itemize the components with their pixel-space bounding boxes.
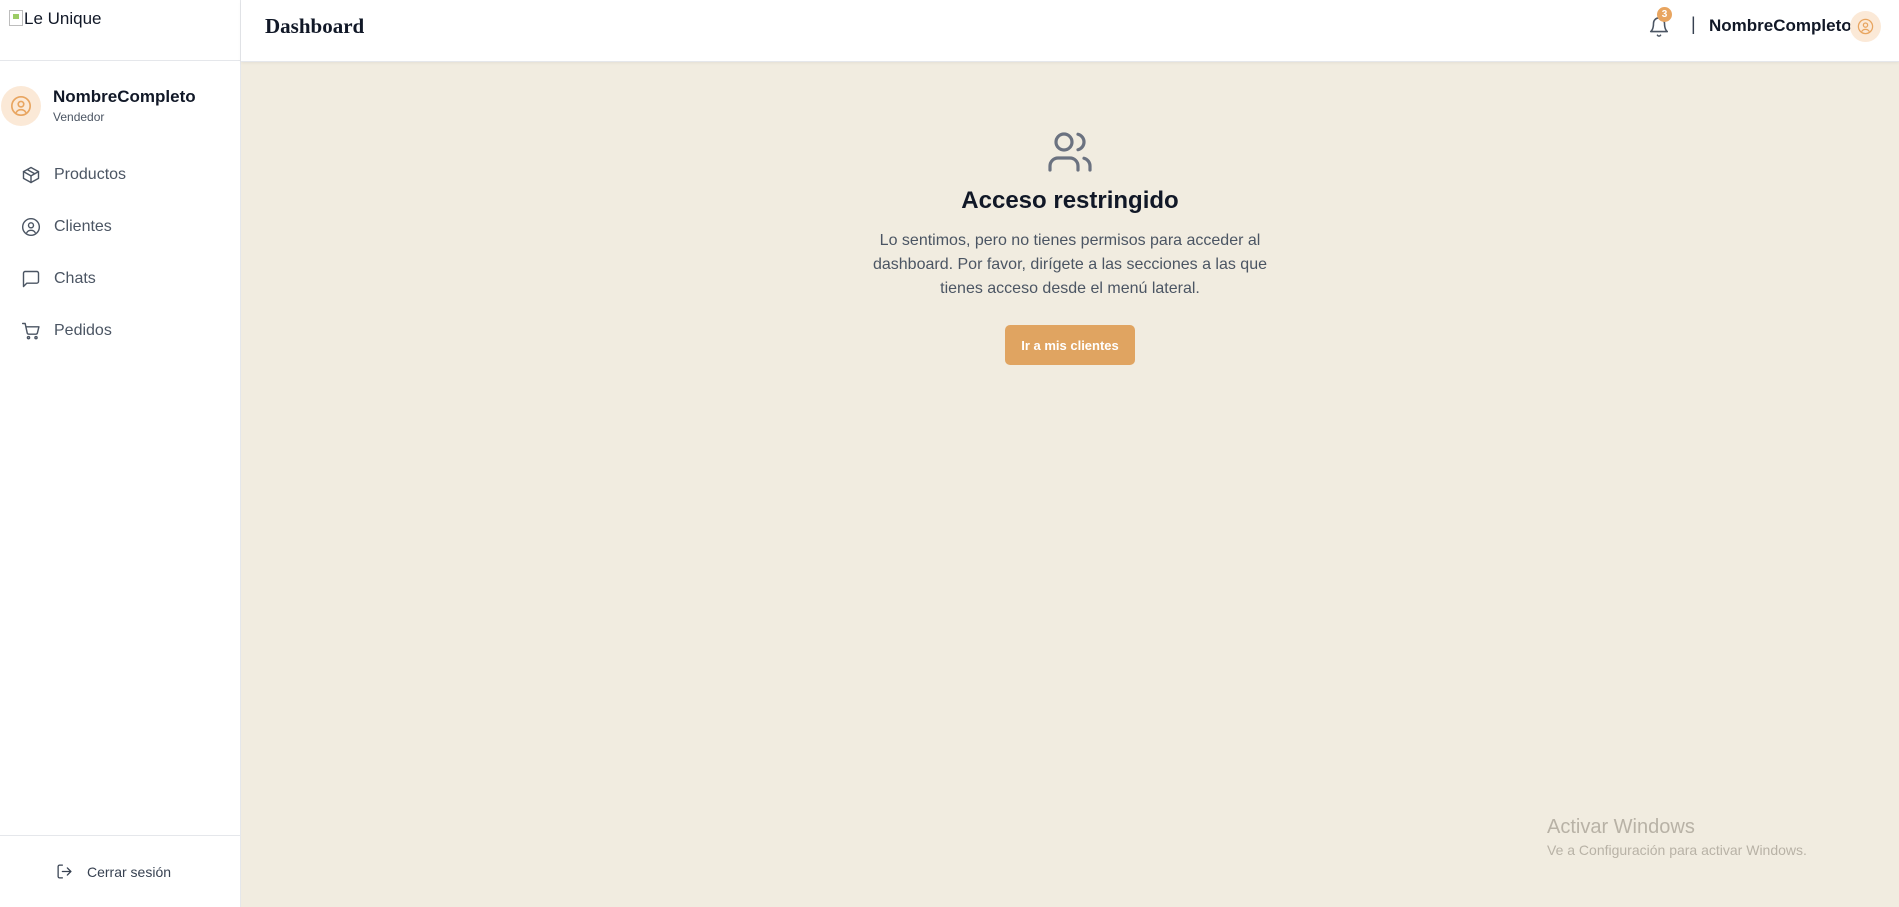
logo[interactable]: Le Unique <box>0 0 240 61</box>
restricted-message: Lo sentimos, pero no tienes permisos par… <box>872 232 1267 297</box>
sidebar-item-productos[interactable]: Productos <box>0 149 241 201</box>
sidebar-user: NombreCompleto Vendedor <box>0 86 196 126</box>
sidebar: Le Unique NombreCompleto Vendedor Produc… <box>0 0 241 907</box>
page-title: Dashboard <box>265 14 365 38</box>
watermark-title: Activar Windows <box>1547 816 1695 838</box>
user-circle-icon <box>1857 18 1874 35</box>
sidebar-user-role: Vendedor <box>53 110 105 124</box>
sidebar-nav: Productos Clientes Chats Pedidos <box>0 149 241 357</box>
sidebar-item-label: Chats <box>54 270 96 287</box>
logout-label: Cerrar sesión <box>87 863 172 880</box>
chat-icon <box>22 270 40 288</box>
sidebar-item-chats[interactable]: Chats <box>0 253 241 305</box>
sidebar-user-name: NombreCompleto <box>53 87 196 106</box>
sidebar-item-label: Pedidos <box>54 322 112 339</box>
header-user-name[interactable]: NombreCompleto <box>1709 16 1852 36</box>
cart-icon <box>21 322 40 340</box>
restricted-title: Acceso restringido <box>961 187 1179 214</box>
logout-button[interactable]: Cerrar sesión <box>0 835 241 907</box>
header-divider: | <box>1691 14 1696 34</box>
logo-alt-text: Le Unique <box>24 9 102 28</box>
watermark-subtitle: Ve a Configuración para activar Windows. <box>1547 842 1807 858</box>
top-header: Dashboard 3 | NombreCompleto <box>241 0 1899 62</box>
logout-icon <box>57 864 72 879</box>
sidebar-item-label: Productos <box>54 166 127 183</box>
users-icon <box>1048 132 1092 172</box>
notification-badge: 3 <box>1657 7 1672 22</box>
header-avatar[interactable] <box>1850 11 1881 42</box>
sidebar-item-clientes[interactable]: Clientes <box>0 201 241 253</box>
go-to-clients-button[interactable]: Ir a mis clientes <box>1005 325 1135 365</box>
broken-image-icon <box>9 10 23 26</box>
box-icon <box>22 166 40 184</box>
sidebar-item-pedidos[interactable]: Pedidos <box>0 305 241 357</box>
avatar <box>1 86 41 126</box>
main-content: Acceso restringido Lo sentimos, pero no … <box>241 62 1899 907</box>
user-circle-icon <box>11 96 31 116</box>
windows-activation-watermark: Activar Windows Ve a Configuración para … <box>1547 816 1807 858</box>
restricted-access-panel: Acceso restringido Lo sentimos, pero no … <box>241 128 1899 365</box>
user-circle-icon <box>21 217 41 237</box>
sidebar-item-label: Clientes <box>54 218 112 235</box>
